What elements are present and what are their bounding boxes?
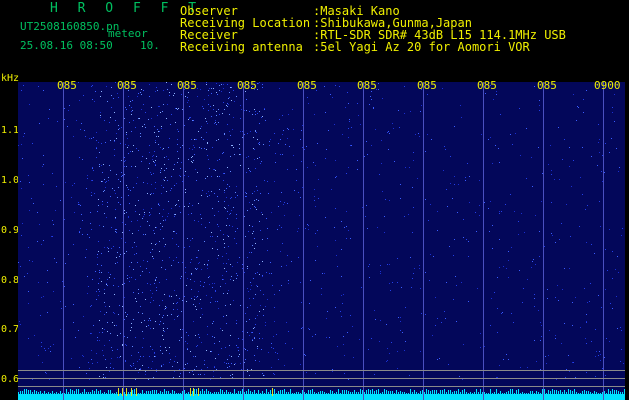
x-tick-label: 085	[177, 79, 197, 92]
y-tick-label: 1.0	[1, 175, 20, 186]
x-tick-label: 085	[537, 79, 557, 92]
y-axis-unit: kHz	[1, 73, 20, 84]
time-gridline	[63, 82, 64, 400]
time-gridline	[183, 82, 184, 400]
frequency-marker-line	[18, 386, 625, 387]
y-tick-label: 0.8	[1, 275, 20, 286]
y-tick-label: 0.7	[1, 324, 20, 335]
capture-interval: 10.	[140, 39, 160, 52]
x-tick-label: 085	[237, 79, 257, 92]
frequency-marker-line	[18, 370, 625, 371]
antenna-value: :5el Yagi Az 20 for Aomori VOR	[313, 40, 530, 54]
y-tick-label: 0.9	[1, 225, 20, 236]
time-gridline	[423, 82, 424, 400]
file-name: UT2508160850.pn	[20, 20, 120, 33]
x-tick-label: 085	[417, 79, 437, 92]
x-tick-label: 0900	[594, 79, 621, 92]
time-gridline	[483, 82, 484, 400]
x-tick-label: 085	[57, 79, 77, 92]
y-tick-label: 0.6	[1, 374, 20, 385]
x-tick-label: 085	[297, 79, 317, 92]
time-gridline	[123, 82, 124, 400]
antenna-label: Receiving antenna	[180, 40, 303, 54]
x-tick-label: 085	[117, 79, 137, 92]
time-gridline	[543, 82, 544, 400]
frequency-marker-line	[18, 378, 625, 379]
time-gridline	[603, 82, 604, 400]
x-tick-label: 085	[357, 79, 377, 92]
x-tick-label: 085	[477, 79, 497, 92]
time-gridline	[363, 82, 364, 400]
spectrogram-plot	[18, 82, 625, 400]
time-gridline	[303, 82, 304, 400]
time-gridline	[243, 82, 244, 400]
y-tick-label: 1.1	[1, 125, 20, 136]
spectrogram-noise	[18, 82, 625, 400]
capture-datetime: 25.08.16 08:50	[20, 39, 113, 52]
